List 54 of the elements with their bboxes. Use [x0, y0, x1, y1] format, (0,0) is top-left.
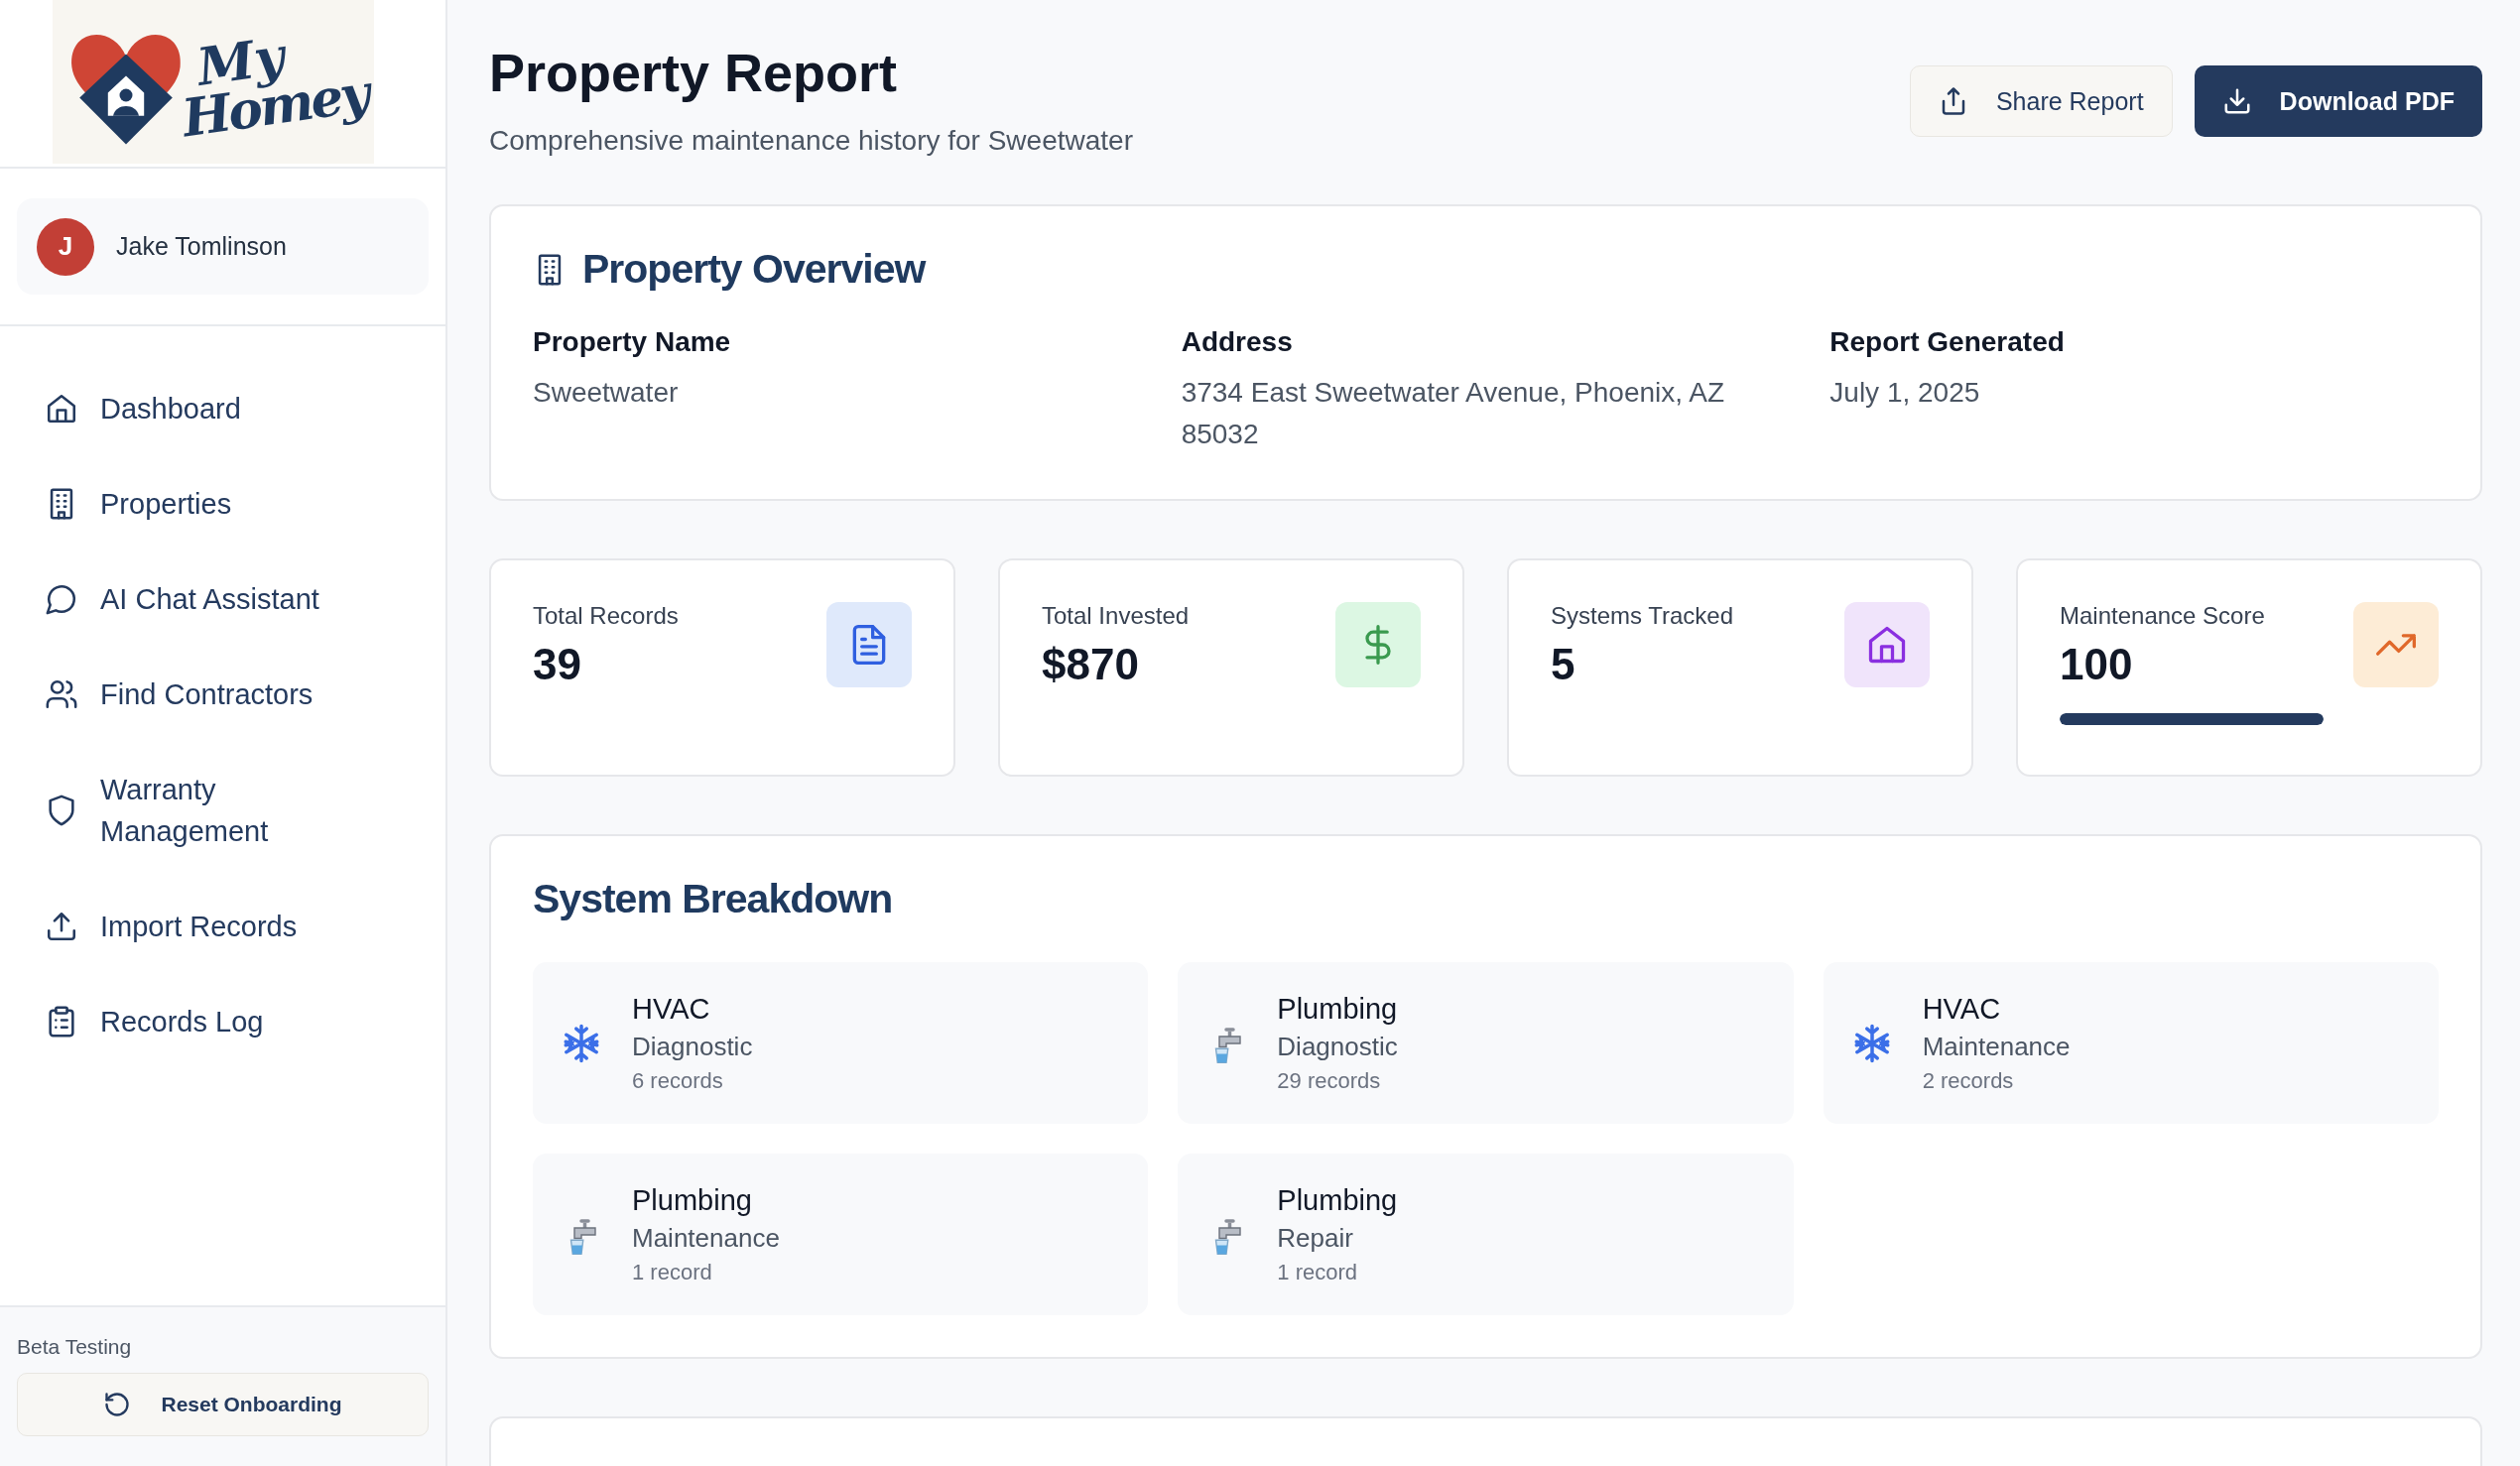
stat-value: $870 [1042, 640, 1140, 689]
system-name: HVAC [632, 992, 711, 1026]
stat-label: Systems Tracked [1551, 602, 1734, 630]
field-value: July 1, 2025 [1829, 376, 1981, 410]
section-title: System Breakdown [533, 876, 894, 922]
record-count: 2 records [1922, 1067, 2015, 1094]
trend-icon [2353, 602, 2439, 687]
record-count: 6 records [632, 1067, 724, 1094]
reset-icon [103, 1391, 132, 1418]
nav-item[interactable]: Warranty Management [17, 745, 429, 877]
record-type: Maintenance [632, 1222, 780, 1254]
record-type: Repair [1277, 1222, 1354, 1254]
chat-icon [45, 582, 78, 617]
user-name: Jake Tomlinson [116, 232, 287, 261]
field-label: Property Name [533, 326, 732, 358]
record-count: 29 records [1277, 1067, 1382, 1094]
nav-item[interactable]: AI Chat Assistant [17, 554, 429, 645]
user-profile[interactable]: J Jake Tomlinson [17, 198, 429, 295]
record-type: Diagnostic [632, 1031, 753, 1062]
stat-label: Total Invested [1042, 602, 1190, 630]
nav-item[interactable]: Dashboard [17, 364, 429, 454]
home-icon [45, 392, 78, 426]
system-name: Plumbing [1277, 992, 1398, 1026]
document-icon [826, 602, 912, 687]
page-title: Property Report [489, 42, 899, 103]
field-label: Report Generated [1829, 326, 2066, 358]
system-name: HVAC [1922, 992, 2002, 1026]
nav-item[interactable]: Find Contractors [17, 650, 429, 740]
record-count: 1 record [1277, 1259, 1359, 1285]
section-label: Beta Testing [17, 1335, 133, 1359]
system-name: Plumbing [632, 1183, 753, 1217]
nav-item[interactable]: Properties [17, 459, 429, 550]
system-name: Plumbing [1277, 1183, 1398, 1217]
dollar-icon [1335, 602, 1421, 687]
nav-item[interactable]: Import Records [17, 882, 429, 972]
record-type: Diagnostic [1277, 1031, 1398, 1062]
download-pdf-button[interactable]: Download PDF [2194, 65, 2482, 137]
record-type: Maintenance [1922, 1031, 2071, 1062]
nav-item[interactable]: Records Log [17, 977, 429, 1067]
share-report-button[interactable]: Share Report [1909, 65, 2173, 137]
field-value: 3734 East Sweetwater Avenue, Phoenix, AZ 85032 [1181, 376, 1726, 451]
section-title: Property Overview [582, 246, 926, 293]
stat-value: 5 [1551, 640, 1576, 689]
field-value: Sweetwater [533, 376, 680, 410]
stat-value: 39 [533, 640, 582, 689]
field-label: Address [1181, 326, 1294, 358]
house-icon [1844, 602, 1930, 687]
avatar: J [37, 217, 94, 276]
page-subtitle: Comprehensive maintenance history for Sweetwater [489, 125, 1133, 157]
reset-onboarding-button[interactable]: Reset Onboarding [17, 1373, 429, 1436]
stat-value: 100 [2060, 640, 2134, 689]
record-count: 1 record [632, 1259, 713, 1285]
stat-label: Maintenance Score [2060, 602, 2266, 630]
stat-label: Total Records [533, 602, 679, 630]
